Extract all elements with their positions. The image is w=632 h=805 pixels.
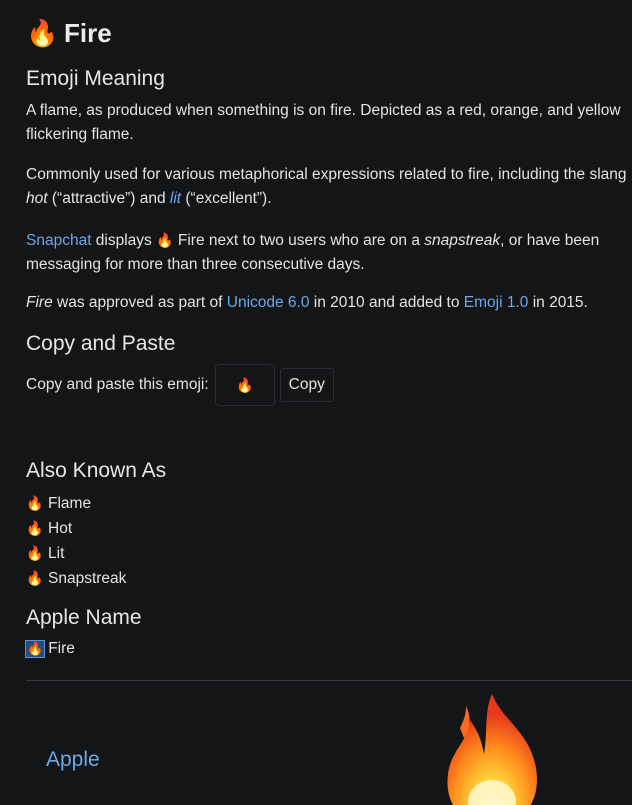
- apple-name-label: Fire: [48, 640, 75, 657]
- alias-label: Flame: [48, 495, 92, 512]
- alias-label: Snapstreak: [48, 570, 127, 587]
- p4-text-b: in 2010 and added to: [309, 294, 464, 311]
- fire-emoji-icon: 🔥: [235, 376, 254, 393]
- copy-row: Copy and paste this emoji: 🔥 Copy: [26, 364, 334, 406]
- fire-icon: 🔥: [26, 520, 44, 536]
- hot-gloss: (“attractive”) and: [47, 190, 170, 207]
- copy-label: Copy and paste this emoji:: [26, 376, 209, 393]
- p3-displays-text: displays: [91, 232, 157, 249]
- hot-term: hot: [26, 190, 48, 207]
- apple-fire-image: [440, 690, 544, 805]
- fire-icon: 🔥: [24, 640, 46, 658]
- p4-text-a: was approved as part of: [52, 294, 227, 311]
- emoji-version-link[interactable]: Emoji 1.0: [464, 294, 529, 311]
- fire-emoji-icon: 🔥: [26, 18, 59, 48]
- page: 🔥 Fire Emoji Meaning A flame, as produce…: [0, 0, 632, 805]
- meaning-p1-line1: A flame, as produced when something is o…: [26, 102, 621, 119]
- meaning-paragraph-3: Snapchat displays 🔥 Fire next to two use…: [26, 228, 599, 277]
- divider: [26, 680, 632, 681]
- list-item: 🔥 Snapstreak: [26, 566, 126, 591]
- list-item: 🔥 Flame: [26, 491, 126, 516]
- meaning-p2-line1: Commonly used for various metaphorical e…: [26, 166, 627, 183]
- unicode-link[interactable]: Unicode 6.0: [227, 294, 310, 311]
- page-title: Fire: [64, 18, 112, 48]
- alias-label: Hot: [48, 520, 73, 537]
- list-item: 🔥 Lit: [26, 541, 126, 566]
- meaning-p1-line2: flickering flame.: [26, 126, 134, 143]
- fire-term: Fire: [26, 294, 53, 311]
- p3-mid-text: Fire next to two users who are on a: [173, 232, 425, 249]
- copy-paste-heading: Copy and Paste: [26, 332, 176, 355]
- vendor-apple-link[interactable]: Apple: [46, 748, 100, 772]
- also-known-as-heading: Also Known As: [26, 459, 167, 482]
- copy-button[interactable]: Copy: [279, 368, 334, 402]
- snapchat-link[interactable]: Snapchat: [26, 232, 92, 249]
- meaning-paragraph-4: Fire was approved as part of Unicode 6.0…: [26, 291, 588, 315]
- lit-link[interactable]: lit: [170, 190, 181, 207]
- page-header: 🔥 Fire: [26, 14, 112, 52]
- list-item: 🔥 Hot: [26, 516, 126, 541]
- also-known-as-list: 🔥 Flame 🔥 Hot 🔥 Lit 🔥 Snapstreak: [26, 491, 126, 591]
- lit-gloss: (“excellent”).: [181, 190, 272, 207]
- fire-icon: 🔥: [26, 570, 44, 586]
- apple-name-heading: Apple Name: [26, 606, 142, 629]
- p3-end-text: , or have been: [500, 232, 600, 249]
- fire-icon: 🔥: [26, 495, 44, 511]
- meaning-p3-line2: messaging for more than three consecutiv…: [26, 256, 365, 273]
- apple-name-row: 🔥 Fire: [24, 640, 75, 658]
- meaning-paragraph-1: A flame, as produced when something is o…: [26, 99, 621, 147]
- emoji-copy-field[interactable]: 🔥: [214, 364, 275, 406]
- meaning-paragraph-2: Commonly used for various metaphorical e…: [26, 163, 627, 211]
- inline-fire-icon: 🔥: [156, 232, 174, 248]
- snapstreak-term: snapstreak: [424, 232, 501, 249]
- alias-label: Lit: [48, 545, 65, 562]
- fire-icon: [447, 694, 537, 805]
- p4-text-c: in 2015.: [528, 294, 588, 311]
- emoji-meaning-heading: Emoji Meaning: [26, 67, 165, 90]
- fire-icon: 🔥: [26, 545, 44, 561]
